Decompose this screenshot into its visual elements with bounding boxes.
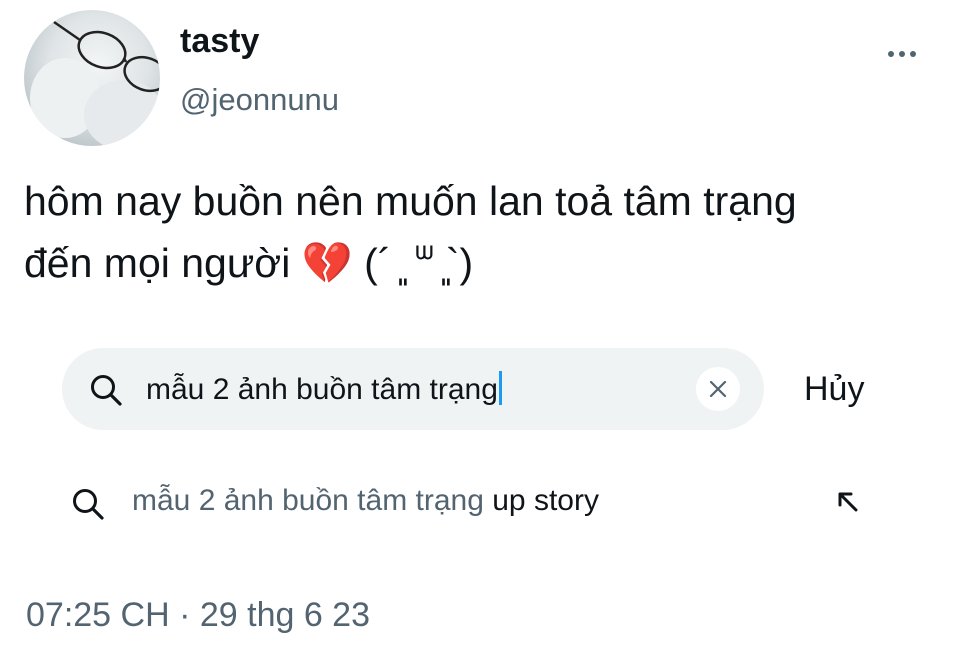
- suggestion-text: mẫu 2 ảnh buồn tâm trạng up story: [132, 484, 599, 518]
- close-icon: [709, 380, 727, 398]
- cancel-button[interactable]: Hủy: [804, 370, 864, 409]
- suggestion-completion: up story: [483, 484, 599, 517]
- tweet-timestamp[interactable]: 07:25 CH · 29 thg 6 23: [26, 596, 370, 635]
- avatar[interactable]: [24, 10, 160, 146]
- tweet-text: hôm nay buồn nên muốn lan toả tâm trạng …: [24, 170, 944, 294]
- glasses-icon: [53, 20, 160, 93]
- search-query[interactable]: mẫu 2 ảnh buồn tâm trạng: [146, 371, 502, 407]
- search-icon: [73, 489, 104, 520]
- search-suggestion[interactable]: mẫu 2 ảnh buồn tâm trạng up story: [62, 470, 882, 534]
- suggestion-typed: mẫu 2 ảnh buồn tâm trạng: [132, 484, 484, 517]
- tweet-line: hôm nay buồn nên muốn lan toả tâm trạng: [24, 178, 797, 224]
- arrow-up-left-icon[interactable]: [836, 490, 860, 514]
- more-horizontal-icon[interactable]: [888, 46, 928, 62]
- search-icon: [91, 375, 122, 406]
- text-caret: [498, 371, 502, 405]
- search-input[interactable]: mẫu 2 ảnh buồn tâm trạng: [62, 348, 764, 430]
- search-query-text: mẫu 2 ảnh buồn tâm trạng: [146, 373, 498, 406]
- display-name[interactable]: tasty: [180, 22, 259, 61]
- tweet-line: đến mọi người 💔 (´ ͈ ᐜ ͈`): [24, 240, 474, 286]
- user-handle[interactable]: @jeonnunu: [180, 82, 339, 118]
- clear-search-button[interactable]: [696, 367, 740, 411]
